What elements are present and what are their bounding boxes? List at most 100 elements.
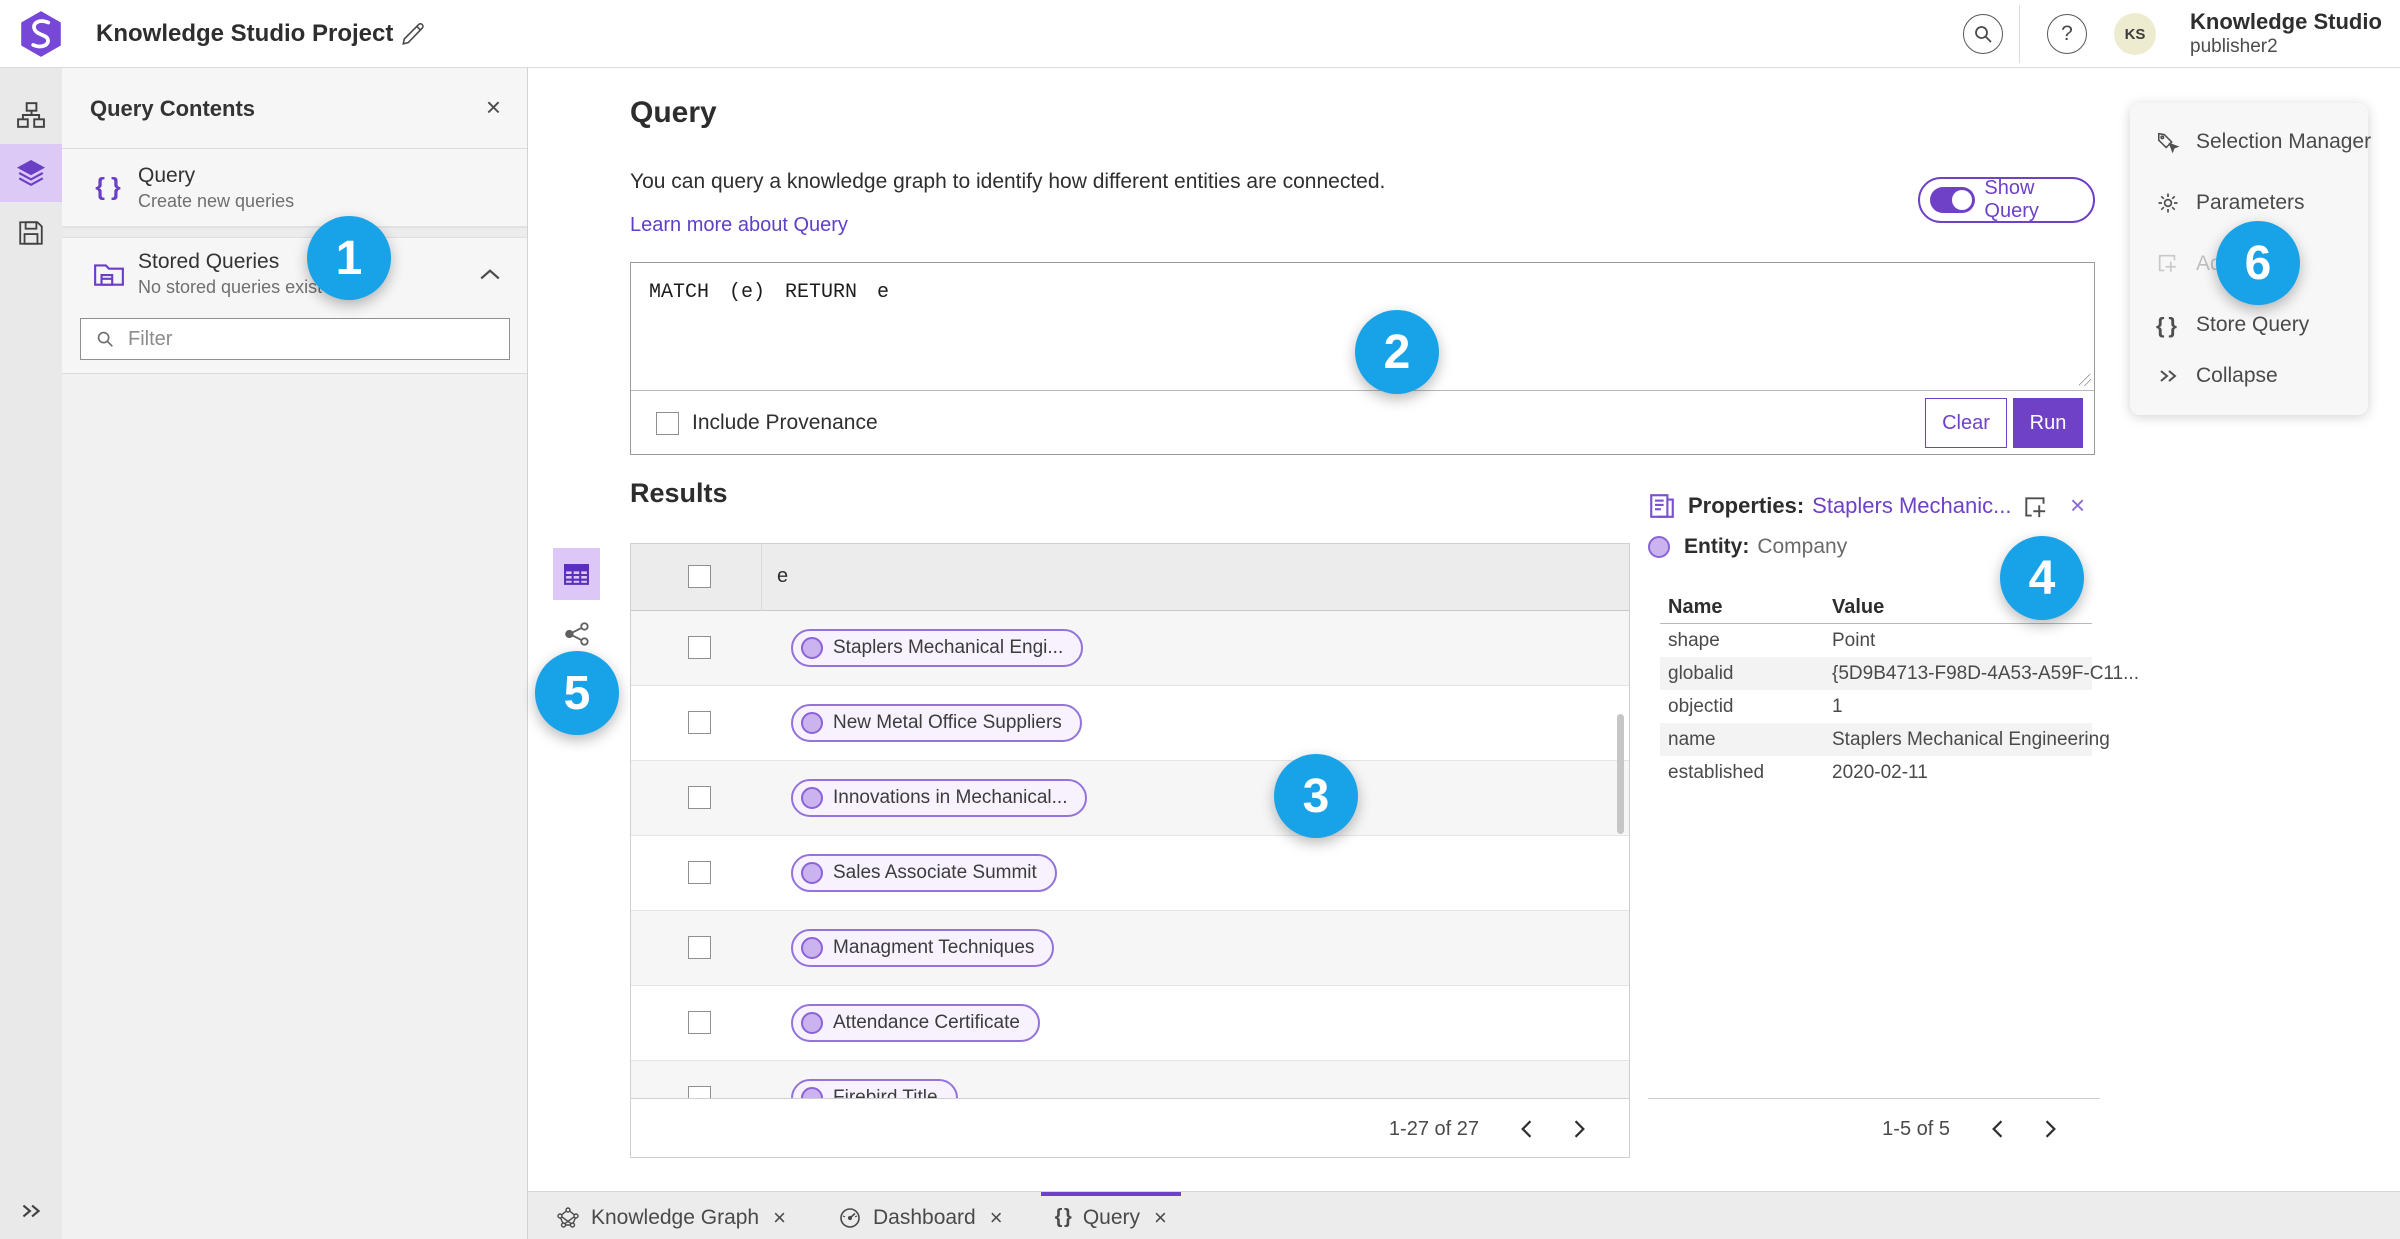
show-query-label: Show Query xyxy=(1984,177,2039,222)
edit-title-icon[interactable] xyxy=(400,21,426,47)
app-root: Knowledge Studio Project ? KS Knowledge … xyxy=(0,0,2400,1239)
store-query-item[interactable]: { } Store Query xyxy=(2130,296,2368,354)
filter-field xyxy=(80,318,510,360)
filter-search-icon xyxy=(97,331,113,347)
tab-dashboard[interactable]: Dashboard × xyxy=(824,1192,1017,1239)
braces-icon: { } xyxy=(2156,313,2178,338)
pagination-prev-icon[interactable] xyxy=(1990,1119,2004,1139)
properties-close-icon[interactable]: × xyxy=(2070,490,2085,521)
property-value: {5D9B4713-F98D-4A53-A59F-C11... xyxy=(1832,663,2139,684)
entity-dot-icon xyxy=(801,937,823,959)
table-row[interactable]: Attendance Certificate xyxy=(631,986,1629,1061)
panel-item-subtitle: No stored queries exist xyxy=(138,277,323,297)
table-icon xyxy=(564,563,589,585)
link-chart-view-button[interactable] xyxy=(564,620,592,648)
rail-layers-button[interactable] xyxy=(0,144,62,202)
clear-button[interactable]: Clear xyxy=(1925,398,2007,448)
tab-close-icon[interactable]: × xyxy=(1154,1205,1167,1231)
include-provenance-checkbox[interactable] xyxy=(656,411,679,435)
user-role: publisher2 xyxy=(2190,36,2278,58)
entity-pill[interactable]: Sales Associate Summit xyxy=(791,854,1057,892)
query-description: You can query a knowledge graph to ident… xyxy=(630,170,1386,193)
row-checkbox[interactable] xyxy=(688,786,711,809)
link-chart-icon xyxy=(565,622,589,646)
table-view-button[interactable] xyxy=(553,548,600,600)
entity-pill[interactable]: Attendance Certificate xyxy=(791,1004,1040,1042)
rail-save-button[interactable] xyxy=(0,204,62,262)
braces-icon: { } xyxy=(1054,1206,1072,1228)
property-name: globalid xyxy=(1668,663,1734,684)
panel-close-icon[interactable]: × xyxy=(486,92,501,123)
help-icon: ? xyxy=(2061,22,2073,45)
pagination-prev-icon[interactable] xyxy=(1519,1119,1533,1139)
entity-pill-label: Staplers Mechanical Engi... xyxy=(833,637,1064,658)
panel-title: Query Contents xyxy=(90,96,256,121)
select-all-checkbox[interactable] xyxy=(688,565,711,588)
show-query-toggle[interactable]: Show Query xyxy=(1918,177,2095,223)
entity-pill-label: Firebird Title xyxy=(833,1087,938,1098)
selection-manager-item[interactable]: Selection Manager xyxy=(2130,113,2371,171)
entity-pill[interactable]: Innovations in Mechanical... xyxy=(791,779,1088,817)
property-row: shape Point xyxy=(1660,624,2092,657)
table-row[interactable]: Firebird Title xyxy=(631,1061,1629,1098)
user-avatar[interactable]: KS xyxy=(2114,13,2156,55)
table-row[interactable]: Sales Associate Summit xyxy=(631,836,1629,911)
table-row[interactable]: Staplers Mechanical Engi... xyxy=(631,611,1629,686)
row-checkbox[interactable] xyxy=(688,936,711,959)
entity-pill[interactable]: New Metal Office Suppliers xyxy=(791,704,1082,742)
resize-handle[interactable] xyxy=(2078,373,2092,387)
tab-close-icon[interactable]: × xyxy=(990,1205,1003,1231)
row-checkbox[interactable] xyxy=(688,861,711,884)
stored-queries-folder-icon xyxy=(92,259,126,289)
add-to-link-chart-button[interactable] xyxy=(2022,494,2050,522)
entity-label: Entity: xyxy=(1684,535,1750,558)
run-button[interactable]: Run xyxy=(2013,398,2083,448)
help-button[interactable]: ? xyxy=(2047,14,2087,54)
pagination-next-icon[interactable] xyxy=(1573,1119,1587,1139)
property-value: 2020-02-11 xyxy=(1832,762,1928,783)
app-logo-icon[interactable] xyxy=(18,9,64,59)
results-pagination-label: 1-27 of 27 xyxy=(1388,1118,1479,1140)
row-checkbox[interactable] xyxy=(688,636,711,659)
entity-pill[interactable]: Firebird Title xyxy=(791,1079,958,1098)
table-row[interactable]: New Metal Office Suppliers xyxy=(631,686,1629,761)
tab-knowledge-graph[interactable]: Knowledge Graph × xyxy=(542,1192,800,1239)
panel-item-query[interactable]: { } Query Create new queries xyxy=(62,149,527,227)
properties-entity-link[interactable]: Staplers Mechanic... xyxy=(1812,493,2011,519)
properties-doc-icon xyxy=(1648,492,1676,520)
results-title: Results xyxy=(630,478,728,508)
row-checkbox[interactable] xyxy=(688,1011,711,1034)
learn-more-link[interactable]: Learn more about Query xyxy=(630,214,848,237)
collapse-section-chevron-icon[interactable] xyxy=(479,267,501,281)
include-provenance-label: Include Provenance xyxy=(692,411,878,434)
entity-pill[interactable]: Managment Techniques xyxy=(791,929,1055,967)
layers-icon xyxy=(16,159,46,187)
annotation-circle-5: 5 xyxy=(535,651,619,735)
collapse-item[interactable]: Collapse xyxy=(2130,347,2368,405)
property-value: Point xyxy=(1832,630,1876,651)
entity-pill[interactable]: Staplers Mechanical Engi... xyxy=(791,629,1084,667)
table-row[interactable]: Innovations in Mechanical... xyxy=(631,761,1629,836)
entity-type-row: Entity: Company xyxy=(1648,535,1847,559)
results-scrollbar[interactable] xyxy=(1617,714,1624,834)
annotation-circle-4: 4 xyxy=(2000,536,2084,620)
table-row[interactable]: Managment Techniques xyxy=(631,911,1629,986)
panel-item-stored-queries[interactable]: Stored Queries No stored queries exist xyxy=(62,238,527,310)
bottom-tab-bar: Knowledge Graph × Dashboard × { } Query … xyxy=(528,1191,2400,1239)
search-button[interactable] xyxy=(1963,14,2003,54)
tab-query[interactable]: { } Query × xyxy=(1040,1192,1181,1239)
rail-expand-button[interactable] xyxy=(0,1182,62,1239)
filter-input[interactable] xyxy=(128,327,488,351)
user-menu[interactable]: Knowledge Studio publisher2 xyxy=(2190,9,2382,59)
row-checkbox[interactable] xyxy=(688,1086,711,1098)
avatar-initials: KS xyxy=(2124,25,2146,43)
row-checkbox[interactable] xyxy=(688,711,711,734)
query-page-title: Query xyxy=(630,96,717,129)
properties-title: Properties: xyxy=(1688,493,1805,518)
tab-close-icon[interactable]: × xyxy=(773,1205,786,1231)
toggle-switch[interactable] xyxy=(1930,187,1976,213)
search-icon xyxy=(1975,26,1992,43)
property-name: name xyxy=(1668,729,1716,750)
rail-data-model-button[interactable] xyxy=(0,86,62,144)
pagination-next-icon[interactable] xyxy=(2044,1119,2058,1139)
